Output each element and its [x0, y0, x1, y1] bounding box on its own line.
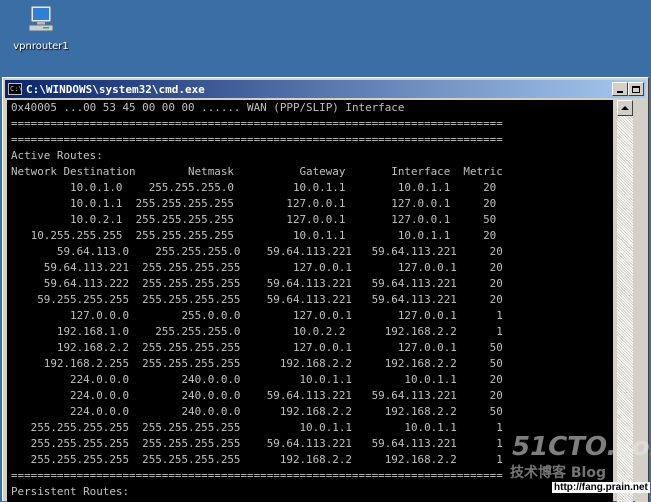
minimize-button[interactable] — [612, 82, 628, 96]
desktop-icon-vpnrouter1[interactable]: vpnrouter1 — [6, 4, 76, 52]
computer-icon — [25, 4, 57, 36]
separator-line: ========================================… — [11, 469, 503, 482]
separator-line: ========================================… — [11, 133, 503, 146]
maximize-button[interactable] — [628, 82, 644, 96]
scroll-up-button[interactable] — [617, 100, 633, 116]
route-row: 255.255.255.255 255.255.255.255 10.0.1.1… — [11, 421, 503, 434]
route-row: 10.0.1.0 255.255.255.0 10.0.1.1 10.0.1.1… — [11, 181, 497, 194]
routes-table-header: Network Destination Netmask Gateway Inte… — [11, 165, 503, 178]
active-routes-label: Active Routes: — [11, 149, 103, 162]
window-controls — [612, 82, 644, 96]
route-row: 224.0.0.0 240.0.0.0 59.64.113.221 59.64.… — [11, 389, 503, 402]
console-output[interactable]: 0x40005 ...00 53 45 00 00 00 ...... WAN … — [7, 100, 613, 502]
route-row: 10.0.2.1 255.255.255.255 127.0.0.1 127.0… — [11, 213, 497, 226]
cmd-icon: C:\ — [8, 83, 23, 95]
minimize-icon — [617, 91, 623, 93]
route-row: 59.64.113.221 255.255.255.255 127.0.0.1 … — [11, 261, 503, 274]
vertical-scrollbar[interactable] — [617, 100, 633, 502]
route-row: 192.168.2.2 255.255.255.255 127.0.0.1 12… — [11, 341, 503, 354]
route-row: 255.255.255.255 255.255.255.255 59.64.11… — [11, 437, 503, 450]
route-row: 224.0.0.0 240.0.0.0 10.0.1.1 10.0.1.1 20 — [11, 373, 503, 386]
window-title: C:\WINDOWS\system32\cmd.exe — [26, 82, 205, 96]
route-row: 192.168.1.0 255.255.255.0 10.0.2.2 192.1… — [11, 325, 503, 338]
separator-line: ========================================… — [11, 117, 503, 130]
persistent-routes-label: Persistent Routes: — [11, 485, 130, 498]
interface-line: 0x40005 ...00 53 45 00 00 00 ...... WAN … — [11, 101, 405, 114]
window-titlebar[interactable]: C:\ C:\WINDOWS\system32\cmd.exe — [5, 80, 646, 98]
route-row: 10.0.1.1 255.255.255.255 127.0.0.1 127.0… — [11, 197, 497, 210]
route-row: 192.168.2.255 255.255.255.255 192.168.2.… — [11, 357, 503, 370]
route-row: 127.0.0.0 255.0.0.0 127.0.0.1 127.0.0.1 … — [11, 309, 503, 322]
route-row: 255.255.255.255 255.255.255.255 192.168.… — [11, 453, 503, 466]
route-row: 10.255.255.255 255.255.255.255 10.0.1.1 … — [11, 229, 497, 242]
route-row: 59.64.113.0 255.255.255.0 59.64.113.221 … — [11, 245, 503, 258]
route-row: 224.0.0.0 240.0.0.0 192.168.2.2 192.168.… — [11, 405, 503, 418]
cmd-window[interactable]: C:\ C:\WINDOWS\system32\cmd.exe 0x40005 … — [2, 77, 649, 502]
desktop-icon-label: vpnrouter1 — [13, 41, 69, 52]
window-frame-edge — [635, 100, 648, 502]
route-row: 59.255.255.255 255.255.255.255 59.64.113… — [11, 293, 503, 306]
maximize-icon — [632, 85, 640, 93]
route-row: 59.64.113.222 255.255.255.255 59.64.113.… — [11, 277, 503, 290]
